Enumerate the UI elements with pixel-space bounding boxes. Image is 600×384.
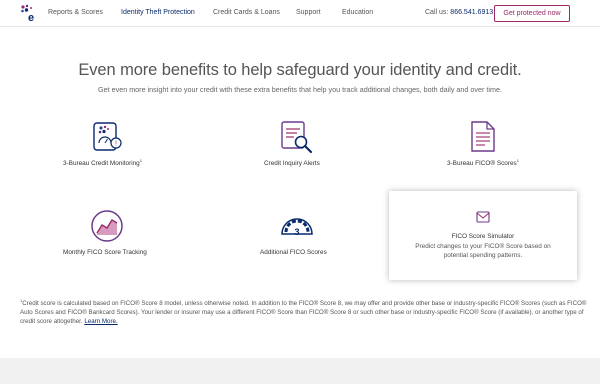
call-label: Call us: (425, 9, 449, 16)
fico-score-simulator-card[interactable]: FICO Score Simulator Predict changes to … (389, 191, 577, 280)
call-us: Call us: 866.541.6913 (425, 9, 493, 16)
card-title: FICO Score Simulator (451, 233, 515, 240)
inquiry-icon (281, 121, 313, 154)
nav-education[interactable]: Education (342, 9, 373, 16)
experian-logo[interactable]: e (20, 4, 38, 24)
benefit-label: 3-Bureau FICO® Scores1 (447, 158, 519, 168)
page-subtitle: Get even more insight into your credit w… (98, 85, 502, 94)
page-title: Even more benefits to help safeguard you… (78, 61, 522, 79)
benefit-label: Credit Inquiry Alerts (264, 160, 320, 168)
footer-band (0, 358, 600, 384)
tracking-icon (91, 210, 123, 242)
document-icon (471, 121, 495, 152)
nav-support[interactable]: Support (296, 9, 321, 16)
svg-text:!: ! (115, 141, 117, 148)
monitoring-icon: ! (93, 122, 122, 151)
gauge-icon: 3 (281, 218, 313, 237)
phone-number[interactable]: 866.541.6913 (450, 9, 493, 16)
svg-text:3: 3 (294, 227, 299, 237)
get-protected-button[interactable]: Get protected now (494, 5, 570, 22)
disclaimer: 1Credit score is calculated based on FIC… (20, 296, 595, 327)
learn-more-link[interactable]: Learn More. (84, 318, 117, 325)
card-description: Predict changes to your FICO® Score base… (415, 243, 551, 259)
benefit-label: 3-Bureau Credit Monitoring1 (63, 158, 142, 168)
svg-text:e: e (28, 12, 34, 24)
top-header: e Reports & Scores Identity Theft Protec… (0, 0, 600, 27)
benefit-label: Monthly FICO Score Tracking (63, 249, 147, 257)
nav-credit-cards-loans[interactable]: Credit Cards & Loans (213, 9, 280, 16)
nav-reports-scores[interactable]: Reports & Scores (48, 9, 103, 16)
benefit-label: Additional FICO Scores (260, 249, 327, 257)
envelope-icon (476, 211, 490, 223)
nav-identity-theft-protection[interactable]: Identity Theft Protection (121, 9, 195, 16)
